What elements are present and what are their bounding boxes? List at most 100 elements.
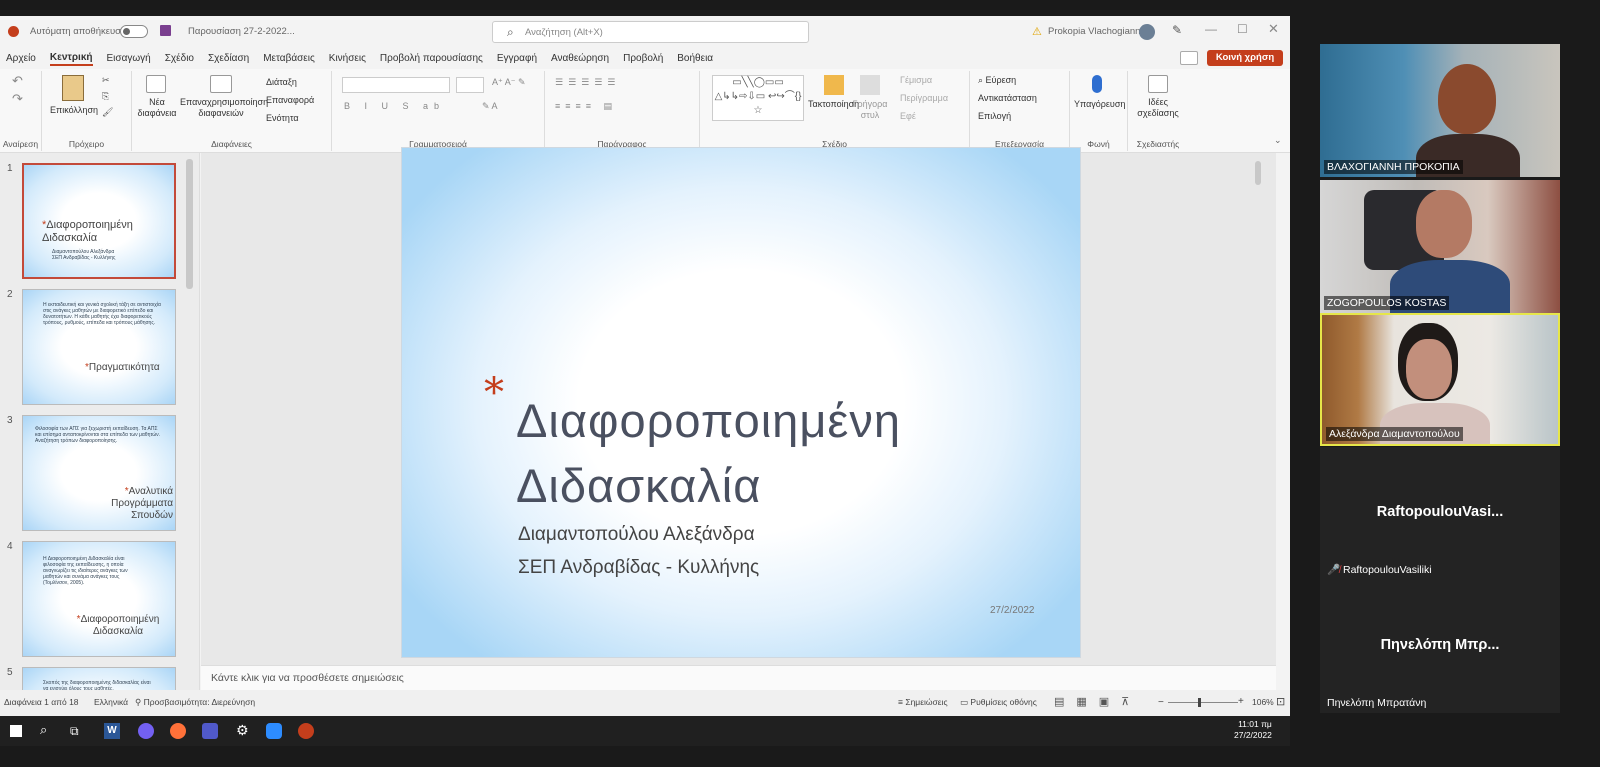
- zoom-out-icon[interactable]: −: [1158, 697, 1164, 708]
- view-buttons[interactable]: ▤▦▣⊼: [1054, 695, 1141, 708]
- copy-icon[interactable]: ⎘: [102, 91, 109, 102]
- search-taskbar-icon[interactable]: ⌕: [40, 722, 47, 738]
- tab-slideshow[interactable]: Προβολή παρουσίασης: [380, 53, 483, 64]
- font-size-input[interactable]: [456, 77, 484, 93]
- language-status[interactable]: Ελληνικά: [94, 697, 128, 707]
- task-view-icon[interactable]: ⧉: [70, 724, 79, 739]
- save-icon[interactable]: [160, 25, 171, 36]
- slide-subtitle[interactable]: Διαμαντοπούλου Αλεξάνδρα ΣΕΠ Ανδραβίδας …: [518, 518, 759, 584]
- tab-review[interactable]: Αναθεώρηση: [551, 53, 609, 64]
- replace-button[interactable]: Αντικατάσταση: [978, 93, 1037, 103]
- powerpoint-taskbar-icon[interactable]: [298, 723, 314, 739]
- thumbnail-body: Η Διαφοροποιημένη Διδασκαλία είναι φιλοσ…: [43, 556, 128, 586]
- subtitle-line: Διαμαντοπούλου Αλεξάνδρα: [518, 524, 755, 545]
- user-avatar[interactable]: [1139, 24, 1155, 40]
- shape-outline-button[interactable]: Περίγραμμα: [900, 93, 948, 103]
- design-ideas-icon[interactable]: [1148, 75, 1168, 93]
- settings-gear-icon[interactable]: ⚙: [236, 722, 249, 739]
- tab-draw[interactable]: Σχέδιο: [165, 53, 194, 64]
- tab-insert[interactable]: Εισαγωγή: [107, 53, 151, 64]
- firefox-icon[interactable]: [170, 723, 186, 739]
- layout-button[interactable]: Διάταξη: [266, 77, 297, 87]
- reset-button[interactable]: Επαναφορά: [266, 95, 314, 105]
- tab-file[interactable]: Αρχείο: [6, 53, 36, 64]
- search-box[interactable]: ⌕ Αναζήτηση (Alt+X): [492, 21, 809, 43]
- participant-name: ZOGOPOULOS KOSTAS: [1324, 296, 1450, 310]
- collapse-ribbon-icon[interactable]: ⌄: [1274, 135, 1282, 146]
- participant-tile[interactable]: RaftopoulouVasi... 🎤̸ RaftopoulouVasilik…: [1320, 447, 1560, 580]
- paste-icon[interactable]: [62, 75, 84, 101]
- new-slide-button[interactable]: Νέα διαφάνεια: [134, 97, 180, 119]
- close-icon[interactable]: ✕: [1268, 21, 1279, 37]
- tab-transitions[interactable]: Μεταβάσεις: [263, 53, 315, 64]
- zoom-slider-thumb[interactable]: [1198, 698, 1201, 707]
- reuse-slides-icon[interactable]: [210, 75, 232, 93]
- tab-view[interactable]: Προβολή: [623, 53, 663, 64]
- restore-icon[interactable]: ☐: [1237, 22, 1248, 36]
- tab-design[interactable]: Σχεδίαση: [208, 53, 249, 64]
- redo-icon[interactable]: ↷: [12, 91, 23, 107]
- find-button[interactable]: ⌕ Εύρεση: [978, 75, 1016, 86]
- shape-effects-button[interactable]: Εφέ: [900, 111, 916, 121]
- windows-start-icon[interactable]: [10, 725, 22, 737]
- notes-pane[interactable]: Κάντε κλικ για να προσθέσετε σημειώσεις: [201, 665, 1276, 690]
- fit-slide-icon[interactable]: ⊡: [1276, 695, 1285, 708]
- slide-thumbnail-2[interactable]: Η εκπαιδευτική και γενικά σχολική τάξη σ…: [22, 289, 176, 405]
- autosave-toggle[interactable]: [120, 25, 148, 38]
- font-color-buttons[interactable]: ✎ A: [482, 101, 498, 112]
- font-size-buttons[interactable]: A⁺ A⁻ ✎: [492, 77, 526, 88]
- participant-video[interactable]: ΒΛΑΧΟΓΙΑΝΝΗ ΠΡΟΚΟΠΙΑ: [1320, 44, 1560, 177]
- word-icon[interactable]: W: [104, 723, 120, 739]
- shapes-gallery[interactable]: ▭╲╲◯▭▭ △↳↳⇨⇩▭ ↩↪⌒{}☆: [712, 75, 804, 121]
- align-buttons[interactable]: ≡≡≡≡ ▤: [555, 101, 617, 112]
- zoom-slider[interactable]: [1168, 702, 1238, 703]
- microphone-icon[interactable]: [1092, 75, 1102, 93]
- cut-icon[interactable]: ✂: [102, 75, 110, 86]
- active-speaker-video[interactable]: Αλεξάνδρα Διαμαντοπούλου: [1320, 313, 1560, 446]
- pen-icon[interactable]: ✎: [1172, 23, 1182, 37]
- zoom-app-icon[interactable]: [266, 723, 282, 739]
- reuse-slides-button[interactable]: Επαναχρησιμοποίηση διαφανειών: [180, 97, 268, 119]
- zoom-in-icon[interactable]: +: [1238, 696, 1244, 707]
- minimize-icon[interactable]: —: [1205, 22, 1217, 36]
- slide-title[interactable]: Διαφοροποιημένη Διδασκαλία: [516, 388, 901, 518]
- shape-fill-button[interactable]: Γέμισμα: [900, 75, 932, 85]
- new-slide-icon[interactable]: [146, 75, 166, 93]
- list-buttons[interactable]: ☰☰☰☰☰: [555, 77, 620, 88]
- thumbnail-scrollbar[interactable]: [186, 159, 193, 289]
- notes-button[interactable]: ≡ Σημειώσεις: [898, 697, 948, 707]
- participant-tile[interactable]: Πηνελόπη Μπρ... Πηνελόπη Μπρατάνη: [1320, 580, 1560, 713]
- tab-home[interactable]: Κεντρική: [49, 52, 93, 66]
- editor-scrollbar[interactable]: [1255, 161, 1261, 185]
- quick-styles-button[interactable]: Γρήγορα στυλ: [852, 99, 888, 121]
- format-painter-icon[interactable]: 🖌: [102, 107, 113, 118]
- tab-animations[interactable]: Κινήσεις: [329, 53, 366, 64]
- participant-video[interactable]: ZOGOPOULOS KOSTAS: [1320, 180, 1560, 313]
- dictate-button[interactable]: Υπαγόρευση: [1074, 99, 1125, 109]
- design-ideas-button[interactable]: Ιδέες σχεδίασης: [1132, 97, 1184, 119]
- system-clock[interactable]: 11:01 πμ 27/2/2022: [1234, 719, 1272, 741]
- slide-thumbnail-1[interactable]: *Διαφοροποιημένη Διδασκαλία Διαμαντοπούλ…: [22, 163, 176, 279]
- viber-icon[interactable]: [138, 723, 154, 739]
- slide-thumbnail-3[interactable]: Φιλοσοφία των ΑΠΣ για ξεχωριστή εκπαίδευ…: [22, 415, 176, 531]
- undo-icon[interactable]: ↶: [12, 73, 23, 89]
- teams-icon[interactable]: [202, 723, 218, 739]
- tab-help[interactable]: Βοήθεια: [677, 53, 713, 64]
- current-slide[interactable]: * Διαφοροποιημένη Διδασκαλία Διαμαντοπού…: [401, 147, 1081, 658]
- zoom-level[interactable]: 106%: [1252, 697, 1274, 707]
- accessibility-status[interactable]: ⚲ Προσβασιμότητα: Διερεύνηση: [135, 697, 255, 708]
- display-settings-button[interactable]: ▭ Ρυθμίσεις οθόνης: [960, 697, 1037, 708]
- share-button[interactable]: Κοινή χρήση: [1207, 50, 1283, 66]
- paste-button[interactable]: Επικόλληση: [50, 105, 98, 115]
- select-button[interactable]: Επιλογή: [978, 111, 1011, 121]
- quick-styles-icon[interactable]: [860, 75, 880, 95]
- slide-thumbnail-4[interactable]: Η Διαφοροποιημένη Διδασκαλία είναι φιλοσ…: [22, 541, 176, 657]
- font-name-input[interactable]: [342, 77, 450, 93]
- user-name[interactable]: Prokopia Vlachogianni: [1048, 26, 1143, 37]
- comments-icon[interactable]: [1180, 51, 1198, 65]
- section-button[interactable]: Ενότητα: [266, 113, 299, 123]
- document-title[interactable]: Παρουσίαση 27-2-2022...: [188, 26, 295, 37]
- text-style-buttons[interactable]: B I U S ab: [344, 101, 445, 111]
- tab-record[interactable]: Εγγραφή: [497, 53, 537, 64]
- arrange-icon[interactable]: [824, 75, 844, 95]
